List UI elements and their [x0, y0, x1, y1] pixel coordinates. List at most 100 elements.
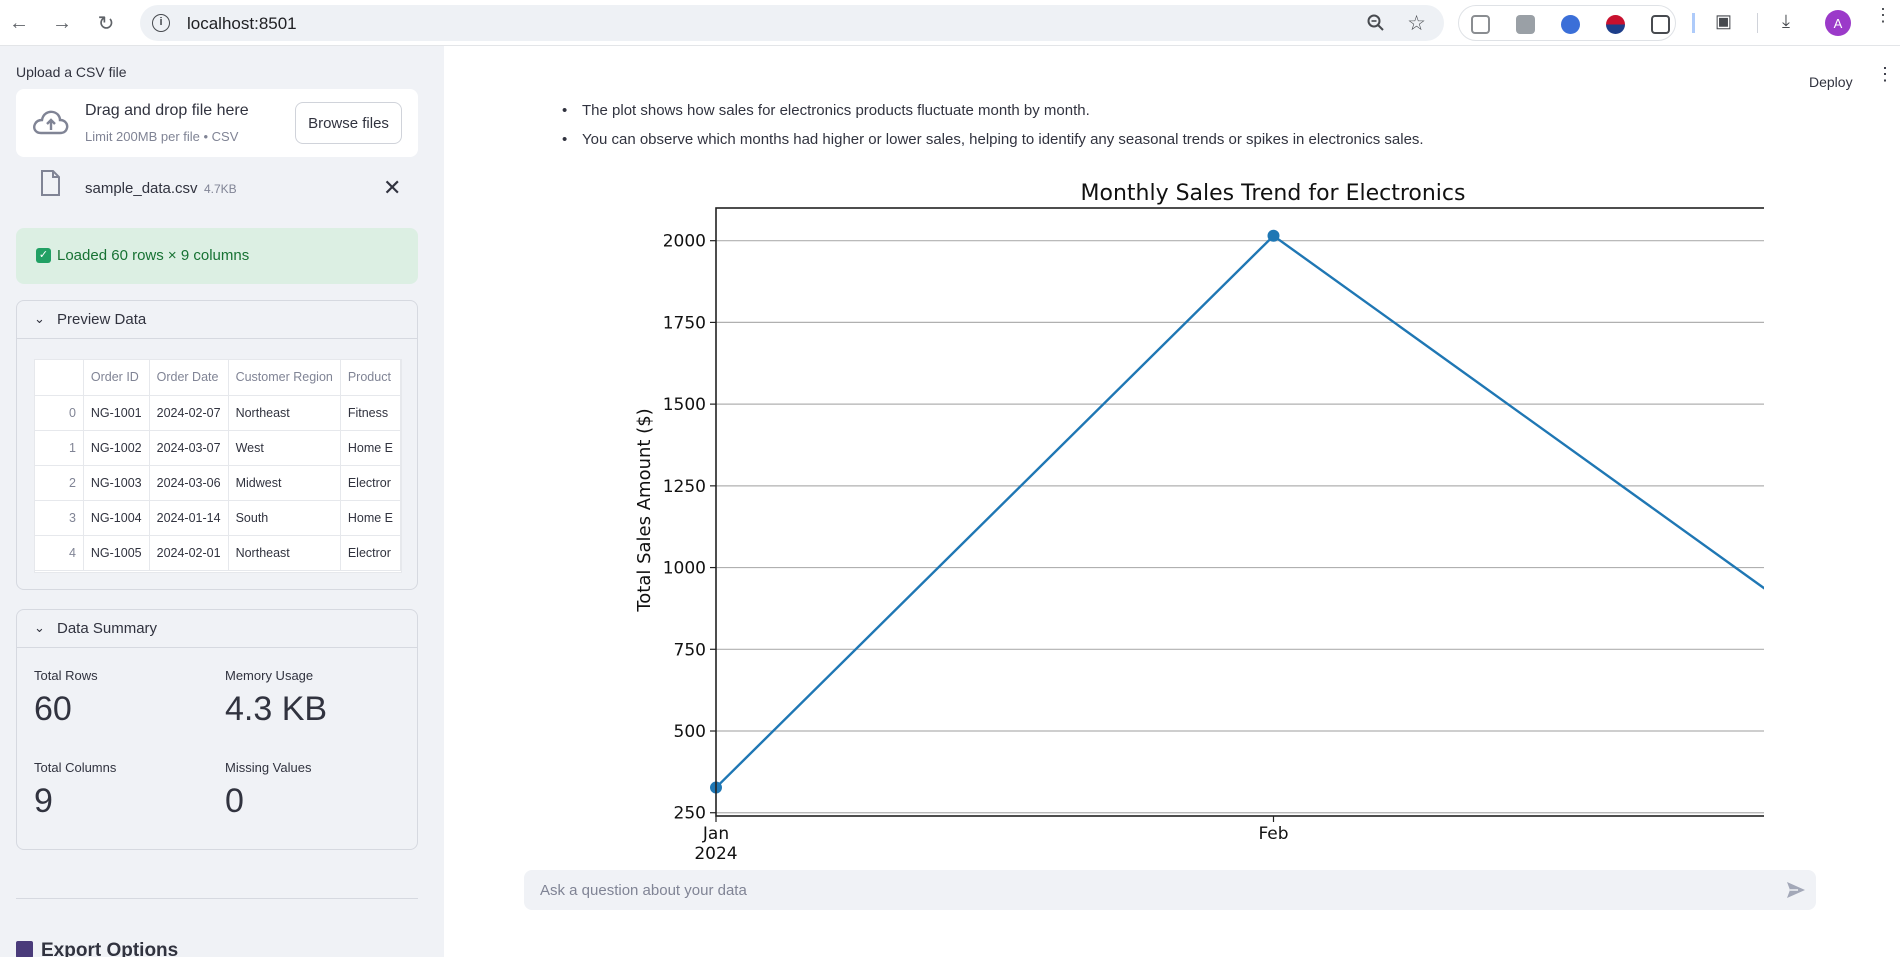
- browser-menu-icon[interactable]: ⋮: [1874, 6, 1892, 24]
- preview-data-title: Preview Data: [57, 311, 147, 328]
- chat-input[interactable]: [540, 870, 1760, 910]
- floppy-disk-icon: [16, 941, 33, 957]
- metric-value: 4.3 KB: [225, 690, 328, 728]
- row-index: 1: [35, 430, 84, 466]
- table-cell[interactable]: Northeast: [228, 395, 341, 431]
- table-row: 3 NG-1004 2024-01-14 South Home E: [35, 500, 401, 536]
- checkbox-check-icon: ✓: [36, 248, 51, 263]
- main-content: Deploy ⋮ The plot shows how sales for el…: [444, 46, 1900, 957]
- column-header[interactable]: Order Date: [149, 360, 229, 396]
- x-tick-label: Feb: [1258, 824, 1288, 844]
- chat-input-container: [524, 870, 1816, 910]
- metric-label: Total Rows: [34, 668, 98, 683]
- export-options-heading: Export Options: [16, 940, 178, 957]
- address-bar[interactable]: i localhost:8501 ☆: [140, 5, 1444, 41]
- preview-dataframe[interactable]: Order ID Order Date Customer Region Prod…: [34, 359, 402, 573]
- metric-memory-usage: Memory Usage 4.3 KB: [225, 668, 327, 729]
- zoom-icon[interactable]: [1366, 13, 1386, 33]
- table-cell[interactable]: Midwest: [228, 465, 341, 501]
- table-cell[interactable]: NG-1001: [83, 395, 150, 431]
- table-row: 4 NG-1005 2024-02-01 Northeast Electror: [35, 535, 401, 571]
- y-axis-label: Total Sales Amount ($): [634, 408, 655, 612]
- file-size: 4.7KB: [204, 182, 237, 196]
- y-tick-label: 500: [674, 722, 706, 742]
- tab-search-icon[interactable]: ▣: [1715, 11, 1732, 32]
- table-cell[interactable]: Electror: [340, 465, 401, 501]
- chart-title: Monthly Sales Trend for Electronics: [1081, 181, 1466, 206]
- success-alert: ✓ Loaded 60 rows × 9 columns: [16, 228, 418, 284]
- preview-data-header[interactable]: ⌄ Preview Data: [17, 301, 417, 339]
- forward-icon[interactable]: →: [48, 9, 76, 37]
- browse-files-button[interactable]: Browse files: [295, 102, 402, 144]
- table-cell[interactable]: Fitness: [340, 395, 401, 431]
- table-row: 1 NG-1002 2024-03-07 West Home E: [35, 430, 401, 466]
- profile-avatar[interactable]: A: [1825, 10, 1851, 36]
- dropzone-limit: Limit 200MB per file • CSV: [85, 129, 239, 144]
- row-index: 2: [35, 465, 84, 501]
- series-line: [715, 234, 1764, 789]
- site-info-icon[interactable]: i: [152, 14, 170, 32]
- table-cell[interactable]: 2024-02-01: [149, 535, 229, 571]
- toolbar-divider: [1757, 13, 1758, 33]
- extension-notes-icon[interactable]: [1516, 15, 1535, 34]
- table-row: 0 NG-1001 2024-02-07 Northeast Fitness: [35, 395, 401, 431]
- remove-file-icon[interactable]: ✕: [383, 175, 401, 201]
- uploaded-file-row: sample_data.csv 4.7KB ✕: [16, 170, 418, 210]
- extension-clipboard-icon[interactable]: [1471, 15, 1490, 34]
- column-header[interactable]: Customer Region: [228, 360, 341, 396]
- table-cell[interactable]: 2024-01-14: [149, 500, 229, 536]
- bookmark-star-icon[interactable]: ☆: [1407, 11, 1426, 36]
- toolbar-divider: [1692, 13, 1695, 33]
- data-summary-title: Data Summary: [57, 620, 158, 637]
- column-header[interactable]: Order ID: [83, 360, 150, 396]
- table-cell[interactable]: Home E: [340, 430, 401, 466]
- table-cell[interactable]: NG-1002: [83, 430, 150, 466]
- row-index: 4: [35, 535, 84, 571]
- table-cell[interactable]: Home E: [340, 500, 401, 536]
- download-icon[interactable]: ⤓: [1782, 11, 1790, 32]
- chevron-down-icon: ⌄: [34, 620, 45, 635]
- export-options-title: Export Options: [41, 940, 179, 957]
- url-text[interactable]: localhost:8501: [187, 14, 297, 34]
- table-cell[interactable]: Electror: [340, 535, 401, 571]
- extensions-puzzle-icon[interactable]: [1651, 15, 1670, 34]
- column-header[interactable]: Product: [340, 360, 401, 396]
- sidebar-divider: [16, 898, 418, 899]
- column-header[interactable]: [35, 360, 84, 396]
- bullet-item: The plot shows how sales for electronics…: [562, 102, 1090, 119]
- table-cell[interactable]: NG-1004: [83, 500, 150, 536]
- extension-circle-icon[interactable]: [1561, 15, 1580, 34]
- deploy-button[interactable]: Deploy: [1809, 74, 1853, 90]
- data-summary-header[interactable]: ⌄ Data Summary: [17, 610, 417, 648]
- table-cell[interactable]: South: [228, 500, 341, 536]
- table-cell[interactable]: 2024-02-07: [149, 395, 229, 431]
- cloud-upload-icon: [33, 110, 69, 135]
- table-cell[interactable]: NG-1005: [83, 535, 150, 571]
- row-index: 3: [35, 500, 84, 536]
- table-row: 2 NG-1003 2024-03-06 Midwest Electror: [35, 465, 401, 501]
- plot-frame: [715, 207, 1764, 817]
- data-point: [1267, 229, 1280, 242]
- table-cell[interactable]: 2024-03-07: [149, 430, 229, 466]
- extension-flag-icon[interactable]: [1606, 15, 1625, 34]
- dropzone-text: Drag and drop file here: [85, 102, 249, 119]
- table-cell[interactable]: NG-1003: [83, 465, 150, 501]
- file-name: sample_data.csv: [85, 180, 198, 197]
- metric-missing-values: Missing Values 0: [225, 760, 311, 821]
- table-cell[interactable]: 2024-03-06: [149, 465, 229, 501]
- y-tick-label: 1750: [663, 313, 706, 333]
- metric-value: 9: [34, 782, 53, 820]
- metric-label: Missing Values: [225, 760, 312, 775]
- y-tick-label: 1250: [663, 477, 706, 497]
- app-menu-icon[interactable]: ⋮: [1876, 65, 1894, 83]
- y-tick-label: 1500: [663, 395, 706, 415]
- table-cell[interactable]: West: [228, 430, 341, 466]
- reload-icon[interactable]: ↻: [92, 9, 120, 37]
- send-icon[interactable]: [1786, 881, 1806, 899]
- y-tick-label: 250: [674, 804, 706, 824]
- back-icon[interactable]: ←: [5, 9, 33, 37]
- table-cell[interactable]: Northeast: [228, 535, 341, 571]
- extensions-group: [1458, 5, 1676, 41]
- file-dropzone[interactable]: Drag and drop file here Limit 200MB per …: [16, 89, 418, 157]
- chevron-down-icon: ⌄: [34, 311, 45, 326]
